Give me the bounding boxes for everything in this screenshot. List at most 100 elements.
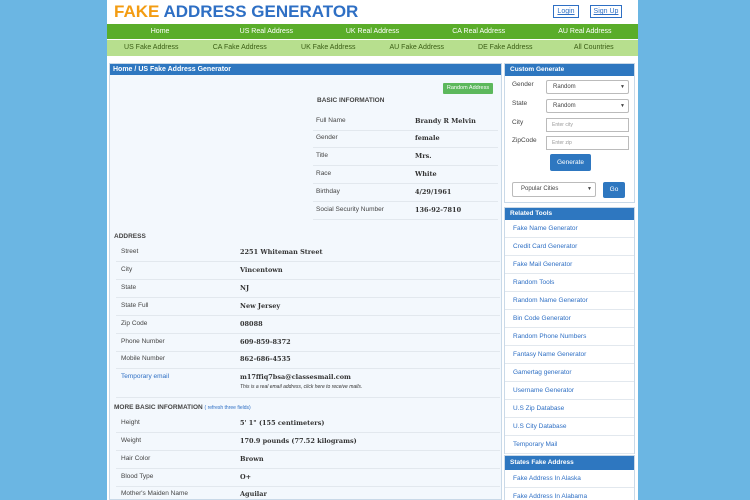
login-button[interactable]: Login [553, 5, 579, 18]
nav-de-fake-address[interactable]: DE Fake Address [461, 40, 550, 56]
chevron-down-icon: ▼ [620, 84, 625, 90]
tool-link-gamertag-generator[interactable]: Gamertag generator [505, 364, 634, 382]
state-label: State [512, 100, 528, 107]
nav-all-countries[interactable]: All Countries [550, 40, 639, 56]
nav-us-real-address[interactable]: US Real Address [213, 24, 319, 39]
gender-select[interactable]: Random ▼ [546, 80, 629, 94]
zipcode-label: ZipCode [512, 137, 537, 144]
more-row-height: Height 5' 1" (155 centimeters) [116, 416, 500, 433]
address-row-phone: Phone Number 609-859-8372 [116, 335, 500, 352]
header: FAKE ADDRESS GENERATOR Login Sign Up [107, 0, 638, 24]
row-value: female [415, 134, 440, 142]
address-row-city: City Vincentown [116, 263, 500, 280]
states-fake-address-panel: States Fake Address Fake Address In Alas… [504, 455, 635, 500]
refresh-fields-link[interactable]: ( refresh three fields) [205, 405, 251, 411]
tool-link-fake-mail-generator[interactable]: Fake Mail Generator [505, 256, 634, 274]
generate-button[interactable]: Generate [550, 154, 591, 171]
row-label: Height [121, 419, 140, 426]
row-label: Title [316, 152, 329, 159]
zipcode-input[interactable]: Enter zip [546, 136, 629, 150]
chevron-down-icon: ▼ [587, 186, 592, 192]
nav-ca-real-address[interactable]: CA Real Address [426, 24, 532, 39]
related-tools-panel: Related Tools Fake Name Generator Credit… [504, 207, 635, 454]
city-input[interactable]: Enter city [546, 118, 629, 132]
tool-link-username-generator[interactable]: Username Generator [505, 382, 634, 400]
state-link-alaska[interactable]: Fake Address In Alaska [505, 470, 634, 488]
random-address-button[interactable]: Random Address [443, 83, 493, 94]
row-label: Mobile Number [121, 355, 166, 362]
chevron-down-icon: ▼ [620, 103, 625, 109]
more-basic-title-text: MORE BASIC INFORMATION [114, 404, 203, 411]
row-label: Birthday [316, 188, 340, 195]
nav-ca-fake-address[interactable]: CA Fake Address [196, 40, 285, 56]
tool-link-temporary-mail[interactable]: Temporary Mail [505, 436, 634, 454]
address-row-zip: Zip Code 08088 [116, 317, 500, 334]
nav-au-fake-address[interactable]: AU Fake Address [373, 40, 462, 56]
row-value: 609-859-8372 [240, 338, 291, 346]
temporary-email-link[interactable]: Temporary email [121, 373, 169, 380]
row-value: Vincentown [240, 266, 283, 274]
primary-nav: Home US Real Address UK Real Address CA … [107, 24, 638, 39]
basic-row-gender: Gender female [313, 131, 498, 148]
row-label: State [121, 284, 137, 291]
row-value: O+ [240, 473, 252, 481]
tool-link-random-phone-numbers[interactable]: Random Phone Numbers [505, 328, 634, 346]
row-value: New Jersey [240, 302, 281, 310]
site-logo[interactable]: FAKE ADDRESS GENERATOR [114, 2, 358, 22]
row-label: Hair Color [121, 455, 151, 462]
nav-us-fake-address[interactable]: US Fake Address [107, 40, 196, 56]
row-value: 08088 [240, 320, 263, 328]
basic-info-title: BASIC INFORMATION [317, 97, 385, 104]
basic-row-birthday: Birthday 4/29/1961 [313, 185, 498, 202]
address-row-temp-email: Temporary email m17ffiq7bsa@classesmail.… [116, 370, 500, 398]
state-select-value: Random [553, 103, 576, 109]
address-row-street: Street 2251 Whiteman Street [116, 245, 500, 262]
signup-button[interactable]: Sign Up [590, 5, 622, 18]
basic-row-race: Race White [313, 167, 498, 184]
state-select[interactable]: Random ▼ [546, 99, 629, 113]
nav-home[interactable]: Home [107, 24, 213, 39]
row-value: Brown [240, 455, 264, 463]
tool-link-random-name-generator[interactable]: Random Name Generator [505, 292, 634, 310]
more-row-weight: Weight 170.9 pounds (77.52 kilograms) [116, 434, 500, 451]
main-panel: Home / US Fake Address Generator Random … [109, 63, 502, 500]
popular-cities-select[interactable]: Popular Cities ▼ [512, 182, 596, 197]
gender-select-value: Random [553, 84, 576, 90]
tool-link-credit-card-generator[interactable]: Credit Card Generator [505, 238, 634, 256]
breadcrumb-separator: / [134, 66, 137, 73]
logo-word-address-generator: ADDRESS GENERATOR [163, 2, 359, 21]
custom-generate-panel: Custom Generate Gender Random ▼ State Ra… [504, 63, 635, 203]
tool-link-fake-name-generator[interactable]: Fake Name Generator [505, 220, 634, 238]
row-value: 170.9 pounds (77.52 kilograms) [240, 437, 357, 445]
nav-au-real-address[interactable]: AU Real Address [532, 24, 638, 39]
temporary-email-note[interactable]: This is a real email address, click here… [240, 384, 362, 390]
tool-link-us-zip-database[interactable]: U.S Zip Database [505, 400, 634, 418]
go-button[interactable]: Go [603, 182, 625, 198]
breadcrumb-home[interactable]: Home [113, 66, 132, 73]
state-link-alabama[interactable]: Fake Address In Alabama [505, 488, 634, 500]
breadcrumb-current: US Fake Address Generator [138, 66, 232, 73]
basic-row-full-name: Full Name Brandy R Melvin [313, 114, 498, 131]
tool-link-bin-code-generator[interactable]: Bin Code Generator [505, 310, 634, 328]
row-label: Gender [316, 134, 338, 141]
tool-link-us-city-database[interactable]: U.S City Database [505, 418, 634, 436]
tool-link-fantasy-name-generator[interactable]: Fantasy Name Generator [505, 346, 634, 364]
row-label: Full Name [316, 117, 346, 124]
nav-uk-fake-address[interactable]: UK Fake Address [284, 40, 373, 56]
row-label: State Full [121, 302, 149, 309]
breadcrumb: Home / US Fake Address Generator [110, 64, 501, 75]
address-row-state: State NJ [116, 281, 500, 298]
temporary-email-value: m17ffiq7bsa@classesmail.com [240, 373, 351, 381]
basic-row-title: Title Mrs. [313, 149, 498, 166]
row-value: Aguilar [240, 490, 267, 498]
logo-word-fake: FAKE [114, 2, 160, 21]
row-label: City [121, 266, 133, 273]
more-row-maiden-name: Mother's Maiden Name Aguilar [116, 487, 500, 499]
row-value: Mrs. [415, 152, 432, 160]
tool-link-random-tools[interactable]: Random Tools [505, 274, 634, 292]
more-basic-title: MORE BASIC INFORMATION ( refresh three f… [114, 404, 251, 411]
more-row-hair-color: Hair Color Brown [116, 452, 500, 469]
row-label: Weight [121, 437, 142, 444]
secondary-nav: US Fake Address CA Fake Address UK Fake … [107, 40, 638, 56]
nav-uk-real-address[interactable]: UK Real Address [319, 24, 425, 39]
